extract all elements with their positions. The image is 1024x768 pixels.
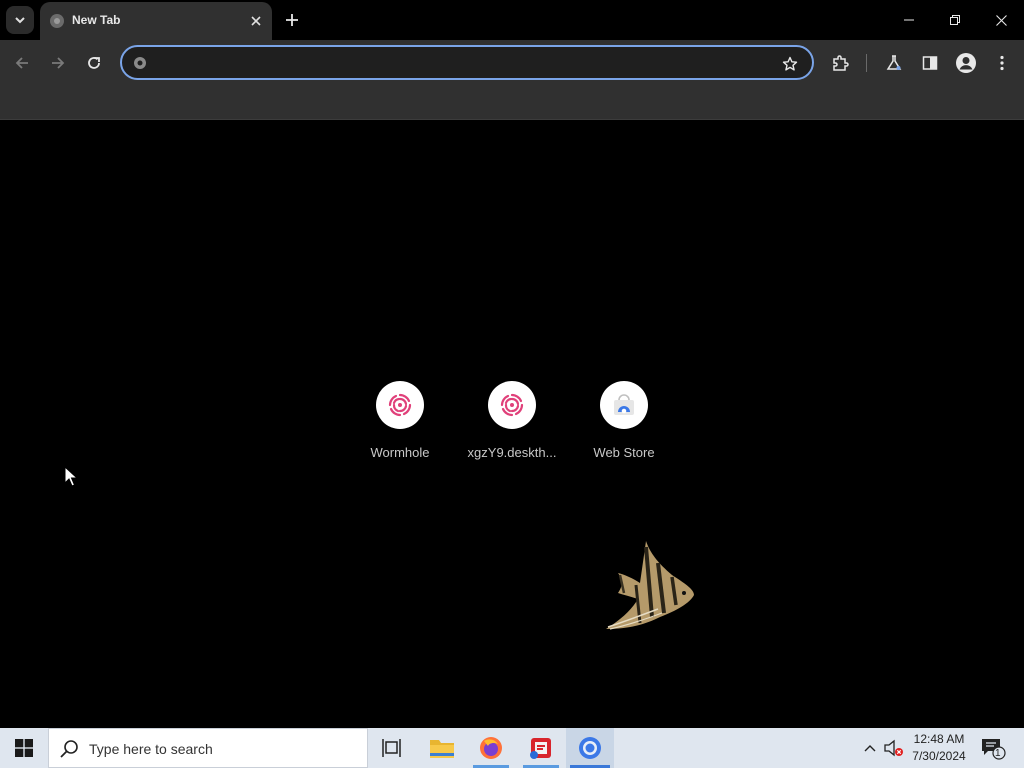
browser-toolbar (0, 40, 1024, 86)
notification-center-button[interactable]: 1 (978, 734, 1008, 762)
shortcut-icon-circle (376, 381, 424, 429)
reload-icon (88, 57, 100, 69)
puzzle-icon (833, 55, 849, 71)
chevron-down-icon (15, 17, 25, 24)
volume-button[interactable] (882, 736, 906, 760)
labs-button[interactable] (880, 49, 908, 77)
reload-button[interactable] (80, 49, 108, 77)
task-view-button[interactable] (368, 728, 416, 768)
speaker-muted-icon (884, 739, 903, 757)
star-icon (782, 56, 798, 71)
shortcut-tile-web-store[interactable]: Web Store (574, 381, 674, 471)
system-clock[interactable]: 12:48 AM 7/30/2024 (906, 731, 972, 765)
red-app-icon (530, 738, 551, 759)
plus-icon (286, 14, 298, 26)
minimize-button[interactable] (886, 0, 932, 40)
side-panel-icon (922, 56, 938, 70)
new-tab-button[interactable] (280, 8, 304, 32)
firefox-icon (480, 737, 502, 759)
show-hidden-icons-button[interactable] (858, 736, 882, 760)
folder-icon (430, 740, 454, 758)
shortcut-tile-wormhole[interactable]: Wormhole (350, 381, 450, 471)
clock-date: 7/30/2024 (912, 749, 966, 763)
firefox-button[interactable] (467, 728, 515, 768)
notification-icon (982, 739, 1006, 760)
angelfish-image (606, 541, 694, 630)
close-window-button[interactable] (978, 0, 1024, 40)
bookmark-star-button[interactable] (778, 52, 802, 76)
restore-icon (950, 15, 960, 25)
minimize-icon (904, 19, 914, 21)
avatar-icon (956, 53, 976, 73)
start-button[interactable] (0, 728, 48, 768)
bookmarks-bar (0, 86, 1024, 120)
side-panel-button[interactable] (916, 49, 944, 77)
toolbar-divider (866, 54, 867, 72)
address-bar[interactable] (120, 45, 814, 80)
shortcut-label: Wormhole (370, 445, 430, 460)
flask-icon (886, 55, 902, 70)
tab-strip: New Tab (0, 0, 1024, 40)
tab-close-button[interactable] (246, 11, 266, 31)
taskbar: Type here to search 12:48 AM 7/30/2024 1 (0, 728, 1024, 768)
web-store-icon (614, 394, 634, 415)
extensions-button[interactable] (826, 49, 854, 77)
shortcut-label: Web Store (593, 445, 655, 460)
clock-time: 12:48 AM (913, 732, 965, 746)
more-vertical-icon (1000, 55, 1004, 71)
task-view-icon (382, 739, 401, 757)
shortcut-label: xgzY9.deskth... (467, 445, 557, 460)
back-button[interactable] (8, 49, 36, 77)
address-input[interactable] (156, 53, 776, 73)
shortcut-icon-circle (600, 381, 648, 429)
chevron-up-icon (864, 745, 876, 752)
new-tab-page: Wormhole xgzY9.deskth... Web Store (0, 121, 1024, 728)
profile-button[interactable] (952, 49, 980, 77)
shortcut-icon-circle (488, 381, 536, 429)
wormhole-icon (388, 393, 412, 417)
mouse-cursor-icon (64, 466, 78, 487)
chrome-page-icon (134, 57, 146, 69)
shortcut-tile-xgzy9[interactable]: xgzY9.deskth... (462, 381, 562, 471)
close-icon (995, 14, 1007, 26)
wormhole-icon (500, 393, 524, 417)
taskbar-search-box[interactable]: Type here to search (48, 728, 368, 768)
forward-button[interactable] (44, 49, 72, 77)
windows-logo-icon (15, 739, 33, 757)
search-icon (60, 740, 78, 758)
tab-new-tab[interactable]: New Tab (40, 2, 272, 40)
notification-count: 1 (995, 748, 1001, 759)
file-explorer-button[interactable] (418, 728, 466, 768)
chrome-button[interactable] (566, 728, 614, 768)
restore-button[interactable] (932, 0, 978, 40)
tab-title: New Tab (72, 13, 121, 27)
arrow-right-icon (52, 57, 65, 69)
chrome-favicon-icon (50, 14, 64, 28)
app-red-icon-button[interactable] (517, 728, 565, 768)
chrome-icon (579, 737, 601, 759)
search-placeholder: Type here to search (89, 741, 213, 757)
close-icon (251, 16, 261, 26)
tab-search-button[interactable] (6, 6, 34, 34)
arrow-left-icon (15, 57, 28, 69)
menu-button[interactable] (988, 49, 1016, 77)
